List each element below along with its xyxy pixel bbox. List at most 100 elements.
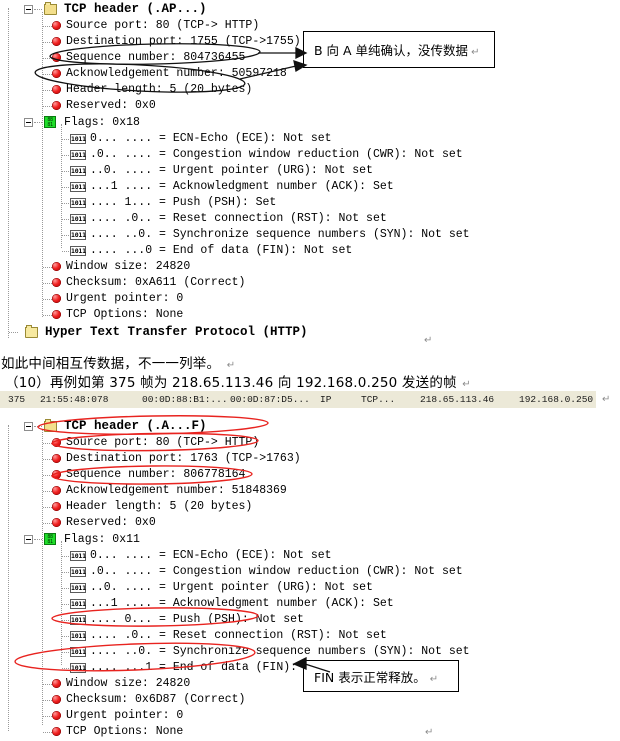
tree-row-source-port[interactable]: Source port: 80 (TCP-> HTTP) <box>0 435 470 451</box>
folder-icon <box>25 325 38 338</box>
field-bullet-icon <box>52 679 61 688</box>
tree-row-label: ...1 .... = Acknowledgment number (ACK):… <box>90 180 394 193</box>
pilcrow-mark: ↵ <box>425 727 434 738</box>
tree-row-sequence-number[interactable]: Sequence number: 806778164 <box>0 467 470 483</box>
bitfield-icon: 1011 <box>70 214 86 224</box>
tree-connector <box>34 9 42 10</box>
tree-row-label: Window size: 24820 <box>66 677 191 690</box>
tree-connector <box>43 507 52 508</box>
tree-row-flag-bit[interactable]: 1011 .0.. .... = Congestion window reduct… <box>0 147 470 163</box>
collapse-expander-icon[interactable] <box>24 422 33 431</box>
tree-row-flag-bit[interactable]: 1011 0... .... = ECN-Echo (ECE): Not set <box>0 548 470 564</box>
tree-row-flag-bit[interactable]: 1011 .... 1... = Push (PSH): Set <box>0 195 470 211</box>
tree-row-flag-bit[interactable]: 1011 ..0. .... = Urgent pointer (URG): No… <box>0 163 470 179</box>
collapse-expander-icon[interactable] <box>24 535 33 544</box>
field-bullet-icon <box>52 262 61 271</box>
folder-icon <box>44 419 57 432</box>
tree-row-label: Checksum: 0xA611 (Correct) <box>66 276 246 289</box>
tree-row-label: TCP Options: None <box>66 725 184 738</box>
bitfield-icon: 1011 <box>70 166 86 176</box>
field-bullet-icon <box>52 486 61 495</box>
tree-row-flag-bit[interactable]: 1011 .... ...0 = End of data (FIN): Not s… <box>0 243 470 259</box>
field-bullet-icon <box>52 21 61 30</box>
tree-row-flag-bit[interactable]: 1011 .... ..0. = Synchronize sequence num… <box>0 644 470 660</box>
tree-connector <box>34 122 42 123</box>
tree-row-tcp-field[interactable]: Urgent pointer: 0 <box>0 708 470 724</box>
packet-list-row[interactable]: 375 21:55:48:078 00:0D:88:B1:... 00:0D:8… <box>0 391 596 408</box>
tree-row-flag-bit[interactable]: 1011 .... ..0. = Synchronize sequence num… <box>0 227 470 243</box>
packet-time: 21:55:48:078 <box>40 394 109 405</box>
tail-field-rows-1: Window size: 24820 Checksum: 0xA611 (Corr… <box>0 259 470 323</box>
tree-row-label: .0.. .... = Congestion window reduction … <box>90 148 463 161</box>
bitfield-icon: 1011 <box>70 631 86 641</box>
bitfield-icon: 1011 <box>70 134 86 144</box>
callout-text: B 向 A 单纯确认，没传数据 <box>314 43 469 58</box>
field-bullet-icon <box>52 438 61 447</box>
tree-row-label: Sequence number: 806778164 <box>66 468 246 481</box>
tree-row-flag-bit[interactable]: 1011 .... .0.. = Reset connection (RST): … <box>0 211 470 227</box>
tree-row-tcp-field[interactable]: Urgent pointer: 0 <box>0 291 470 307</box>
tree-row-flags[interactable]: 88 81 Flags: 0x18 <box>0 114 470 131</box>
tree-row-label: ..0. .... = Urgent pointer (URG): Not se… <box>90 581 373 594</box>
tree-row-label: 0... .... = ECN-Echo (ECE): Not set <box>90 549 332 562</box>
tree-row-reserved[interactable]: Reserved: 0x0 <box>0 515 470 531</box>
tree-row-reserved[interactable]: Reserved: 0x0 <box>0 98 470 114</box>
tree-row-acknowledgement-number[interactable]: Acknowledgement number: 51848369 <box>0 483 470 499</box>
bitfield-icon: 1011 <box>70 647 86 657</box>
tree-row-tcp-header[interactable]: TCP header (.A...F) <box>0 417 470 435</box>
tree-connector <box>43 443 52 444</box>
tree-row-label: TCP header (.A...F) <box>64 419 207 433</box>
tree-row-label: ..0. .... = Urgent pointer (URG): Not se… <box>90 164 373 177</box>
bitfield-icon: 1011 <box>70 551 86 561</box>
tree-row-header-length[interactable]: Header length: 5 (20 bytes) <box>0 82 470 98</box>
tree-row-label: Window size: 24820 <box>66 260 191 273</box>
tree-row-tcp-field[interactable]: TCP Options: None <box>0 724 470 740</box>
field-bullet-icon <box>52 101 61 110</box>
tree-row-label: Urgent pointer: 0 <box>66 292 184 305</box>
tree-row-label: Acknowledgement number: 51848369 <box>66 484 287 497</box>
pilcrow-mark: ↵ <box>602 394 611 405</box>
bitfield-icon: 1011 <box>70 599 86 609</box>
field-bullet-icon <box>52 470 61 479</box>
prose-line-1: 如此中间相互传数据，不一一列举。 ↵ <box>1 352 236 372</box>
packet-source-ip: 218.65.113.46 <box>420 394 495 405</box>
tree-row-label: .... ..0. = Synchronize sequence numbers… <box>90 645 470 658</box>
tree-row-label: .... 0... = Push (PSH): Not set <box>90 613 304 626</box>
tree-row-destination-port[interactable]: Destination port: 1763 (TCP->1763) <box>0 451 470 467</box>
packet-source-mac: 00:0D:88:B1:... <box>142 394 228 405</box>
tree-row-label: Destination port: 1755 (TCP->1755) <box>66 35 301 48</box>
tree-row-flag-bit[interactable]: 1011 .0.. .... = Congestion window reduct… <box>0 564 470 580</box>
flag-bit-rows-2: 1011 0... .... = ECN-Echo (ECE): Not set 1… <box>0 548 470 676</box>
tree-row-label: .... 1... = Push (PSH): Set <box>90 196 277 209</box>
packet-destination-mac: 00:0D:87:D5... <box>230 394 310 405</box>
tree-row-flag-bit[interactable]: 1011 .... .0.. = Reset connection (RST): … <box>0 628 470 644</box>
tree-row-label: Source port: 80 (TCP-> HTTP) <box>66 19 260 32</box>
field-bullet-icon <box>52 85 61 94</box>
tree-row-tcp-field[interactable]: Checksum: 0xA611 (Correct) <box>0 275 470 291</box>
tree-row-header-length[interactable]: Header length: 5 (20 bytes) <box>0 499 470 515</box>
tree-row-http[interactable]: Hyper Text Transfer Protocol (HTTP) <box>0 323 470 341</box>
field-bullet-icon <box>52 294 61 303</box>
flag-bit-rows-1: 1011 0... .... = ECN-Echo (ECE): Not set 1… <box>0 131 470 259</box>
prose-text: （10）再例如第 375 帧为 218.65.113.46 向 192.168.… <box>5 375 457 391</box>
tree-row-flag-bit[interactable]: 1011 ..0. .... = Urgent pointer (URG): No… <box>0 580 470 596</box>
tree-row-flag-bit[interactable]: 1011 ...1 .... = Acknowledgment number (A… <box>0 179 470 195</box>
tree-row-tcp-field[interactable]: Window size: 24820 <box>0 259 470 275</box>
collapse-expander-icon[interactable] <box>24 5 33 14</box>
tree-row-flag-bit[interactable]: 1011 ...1 .... = Acknowledgment number (A… <box>0 596 470 612</box>
tree-row-label: Reserved: 0x0 <box>66 99 156 112</box>
collapse-expander-icon[interactable] <box>24 118 33 127</box>
tree-row-flag-bit[interactable]: 1011 0... .... = ECN-Echo (ECE): Not set <box>0 131 470 147</box>
tree-row-flag-bit[interactable]: 1011 .... 0... = Push (PSH): Not set <box>0 612 470 628</box>
tree-connector <box>43 700 52 701</box>
callout-box-fin-note: FIN 表示正常释放。 ↵ <box>303 660 459 692</box>
tree-connector <box>43 315 52 316</box>
tree-row-tcp-field[interactable]: TCP Options: None <box>0 307 470 323</box>
tree-row-flags[interactable]: 88 81 Flags: 0x11 <box>0 531 470 548</box>
tree-row-tcp-field[interactable]: Checksum: 0x6D87 (Correct) <box>0 692 470 708</box>
tree-row-tcp-header[interactable]: TCP header (.AP...) <box>0 0 470 18</box>
pilcrow-mark: ↵ <box>226 360 236 371</box>
bitfield-icon: 1011 <box>70 615 86 625</box>
tree-row-acknowledgement-number[interactable]: Acknowledgement number: 50597218 <box>0 66 470 82</box>
bitfield-icon: 1011 <box>70 246 86 256</box>
